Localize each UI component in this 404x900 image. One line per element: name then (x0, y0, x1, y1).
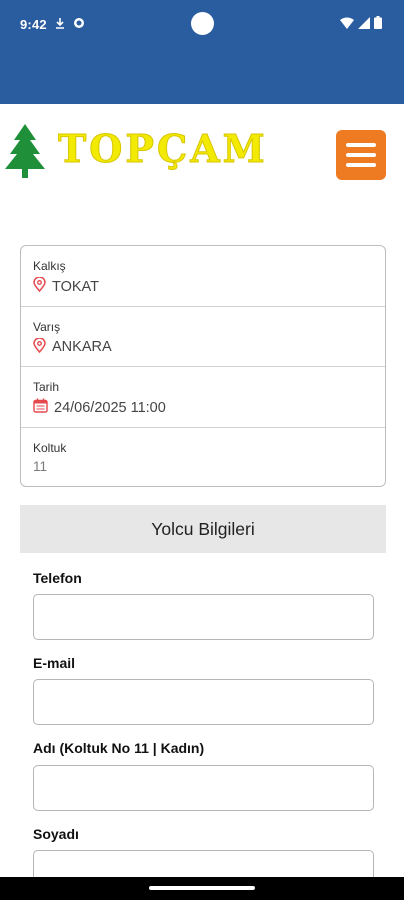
phone-label: Telefon (33, 570, 82, 586)
date-row: Tarih 24/06/2025 11:00 (21, 367, 385, 428)
seat-label: Koltuk (33, 440, 67, 455)
site-header: TOPÇAM (0, 104, 404, 200)
hamburger-menu-button[interactable] (336, 130, 386, 180)
date-value-row: 24/06/2025 11:00 (33, 398, 385, 417)
hamburger-menu-icon (346, 143, 376, 147)
passenger-info-header: Yolcu Bilgileri (20, 505, 386, 553)
departure-value-row: TOKAT (33, 276, 385, 296)
pine-tree-icon (4, 124, 46, 185)
wifi-icon (340, 16, 354, 34)
hamburger-menu-icon (346, 163, 376, 167)
location-pin-icon (33, 276, 46, 296)
email-input[interactable] (33, 679, 374, 725)
arrival-value-row: ANKARA (33, 336, 385, 357)
departure-row: Kalkış TOKAT (21, 246, 385, 307)
signal-icon (358, 16, 370, 34)
hamburger-menu-icon (346, 153, 376, 157)
status-right (340, 16, 382, 34)
home-gesture-handle[interactable] (149, 886, 255, 890)
first-name-label: Adı (Koltuk No 11 | Kadın) (33, 740, 205, 756)
logo-text[interactable]: TOPÇAM (58, 126, 348, 171)
date-value: 24/06/2025 11:00 (54, 399, 166, 416)
status-time: 9:42 (20, 17, 47, 32)
last-name-label: Soyadı (33, 826, 79, 842)
camera-cutout (191, 12, 214, 35)
email-label: E-mail (33, 655, 76, 671)
first-name-input[interactable] (33, 765, 374, 811)
sync-icon (73, 17, 85, 32)
seat-value: 11 (33, 458, 48, 474)
download-icon (55, 17, 65, 32)
calendar-icon (33, 398, 48, 417)
arrival-label: Varış (33, 319, 61, 334)
status-bar: 9:42 (0, 0, 404, 104)
departure-value: TOKAT (52, 278, 99, 295)
date-label: Tarih (33, 380, 60, 394)
arrival-row: Varış ANKARA (21, 307, 385, 367)
status-left: 9:42 (20, 17, 85, 32)
departure-label: Kalkış (33, 259, 66, 273)
phone-input[interactable] (33, 594, 374, 640)
trip-summary-card: Kalkış TOKAT Varış ANKARA Tarih 24/06/20… (20, 245, 386, 487)
battery-icon (374, 16, 382, 34)
seat-row: Koltuk 11 (21, 428, 385, 487)
location-pin-icon (33, 336, 46, 357)
arrival-value: ANKARA (52, 339, 112, 355)
navigation-bar (0, 877, 404, 900)
